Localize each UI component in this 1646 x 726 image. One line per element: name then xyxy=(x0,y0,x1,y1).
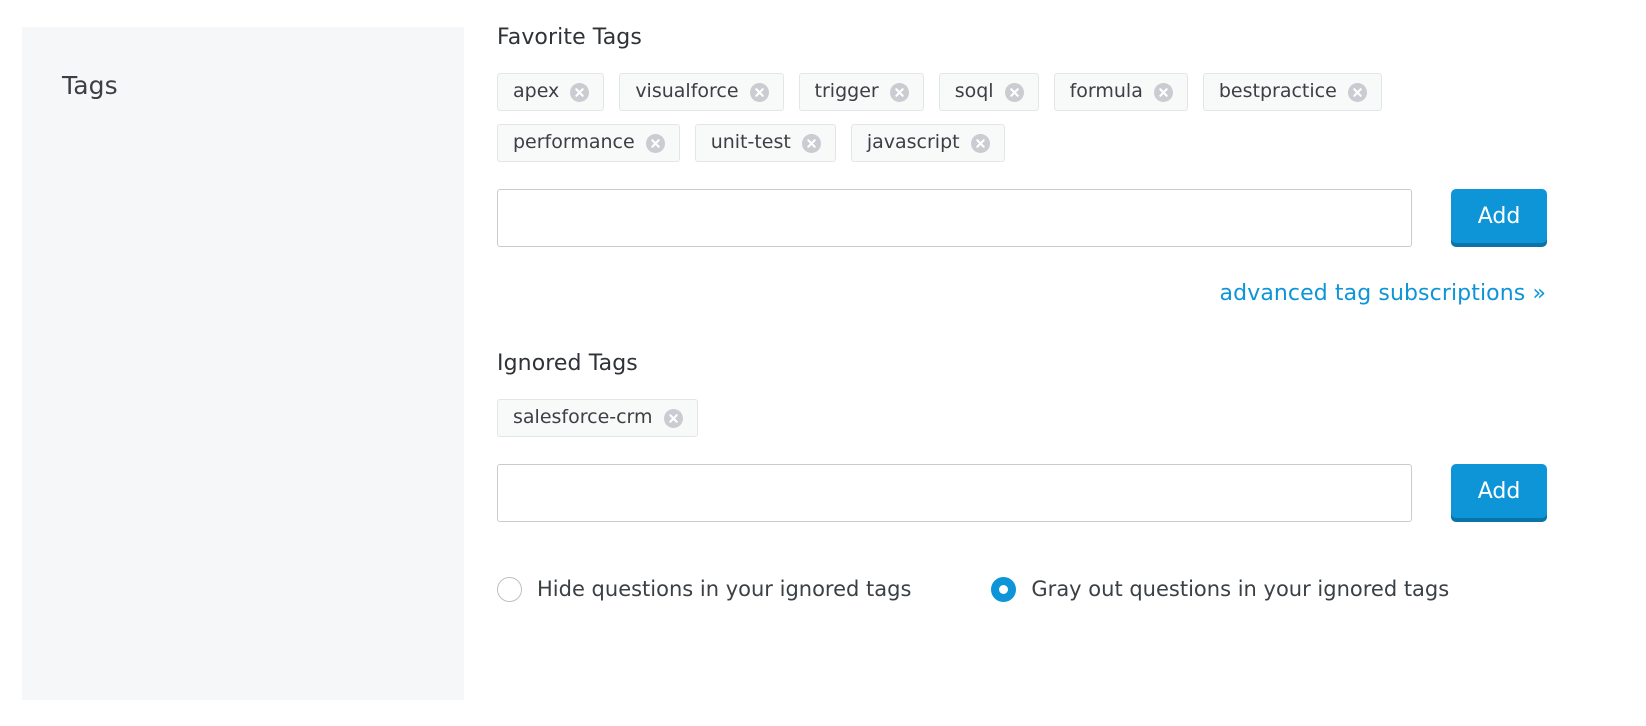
remove-circle-icon[interactable] xyxy=(1153,82,1173,102)
tag-chip[interactable]: trigger xyxy=(798,73,924,111)
ignored-tags-heading: Ignored Tags xyxy=(497,351,638,376)
remove-circle-icon[interactable] xyxy=(645,133,665,153)
favorite-tag-input[interactable] xyxy=(497,189,1412,247)
tag-chip[interactable]: performance xyxy=(497,124,680,162)
ignored-tags-add-button[interactable]: Add xyxy=(1451,464,1547,522)
tag-chip[interactable]: apex xyxy=(497,73,605,111)
ignored-behavior-option-1[interactable]: Gray out questions in your ignored tags xyxy=(991,577,1449,602)
tag-chip[interactable]: unit-test xyxy=(694,124,836,162)
radio-label: Hide questions in your ignored tags xyxy=(537,576,912,601)
remove-circle-icon[interactable] xyxy=(970,133,990,153)
tag-chip[interactable]: salesforce-crm xyxy=(497,399,698,437)
tag-chip[interactable]: soql xyxy=(938,73,1039,111)
sidebar: Tags xyxy=(22,27,464,700)
remove-circle-icon[interactable] xyxy=(801,133,821,153)
radio-button[interactable] xyxy=(497,577,522,602)
main-content: Favorite Tags apex visualforce trigger soql… xyxy=(497,27,1557,602)
favorite-tags-list: apex visualforce trigger soql formula bestpra… xyxy=(497,73,1553,162)
tag-chip-label: bestpractice xyxy=(1218,79,1337,102)
remove-circle-icon[interactable] xyxy=(749,82,769,102)
advanced-tag-subscriptions-link[interactable]: advanced tag subscriptions » xyxy=(1220,281,1546,306)
tag-chip-label: performance xyxy=(513,130,635,153)
ignored-tags-list: salesforce-crm xyxy=(497,399,1553,437)
tag-chip-label: unit-test xyxy=(710,130,791,153)
remove-circle-icon[interactable] xyxy=(570,82,590,102)
ignored-behavior-options: Hide questions in your ignored tags Gray … xyxy=(497,577,1557,602)
remove-circle-icon[interactable] xyxy=(1004,82,1024,102)
remove-circle-icon[interactable] xyxy=(889,82,909,102)
ignored-behavior-option-0[interactable]: Hide questions in your ignored tags xyxy=(497,577,911,602)
sidebar-title: Tags xyxy=(62,71,118,100)
favorite-tags-add-button[interactable]: Add xyxy=(1451,189,1547,247)
tag-chip[interactable]: visualforce xyxy=(619,73,784,111)
favorite-tags-heading: Favorite Tags xyxy=(497,25,642,50)
tag-chip-label: formula xyxy=(1069,79,1143,102)
remove-circle-icon[interactable] xyxy=(1347,82,1367,102)
tag-chip-label: soql xyxy=(954,79,994,102)
tag-chip-label: javascript xyxy=(866,130,960,153)
tag-chip[interactable]: formula xyxy=(1053,73,1188,111)
ignored-tags-input-row: Add xyxy=(497,464,1557,522)
remove-circle-icon[interactable] xyxy=(663,408,683,428)
tags-settings-page: Tags Favorite Tags apex visualforce trigge… xyxy=(0,0,1646,726)
tag-chip-label: trigger xyxy=(814,79,879,102)
tag-chip[interactable]: javascript xyxy=(850,124,1005,162)
radio-label: Gray out questions in your ignored tags xyxy=(1031,576,1450,601)
tag-chip-label: salesforce-crm xyxy=(513,405,653,428)
advanced-link-row: advanced tag subscriptions » xyxy=(497,281,1546,306)
tag-chip[interactable]: bestpractice xyxy=(1202,73,1382,111)
ignored-tag-input[interactable] xyxy=(497,464,1412,522)
radio-button[interactable] xyxy=(991,577,1017,602)
tag-chip-label: visualforce xyxy=(635,79,739,102)
tag-chip-label: apex xyxy=(513,79,560,102)
favorite-tags-input-row: Add xyxy=(497,189,1557,247)
